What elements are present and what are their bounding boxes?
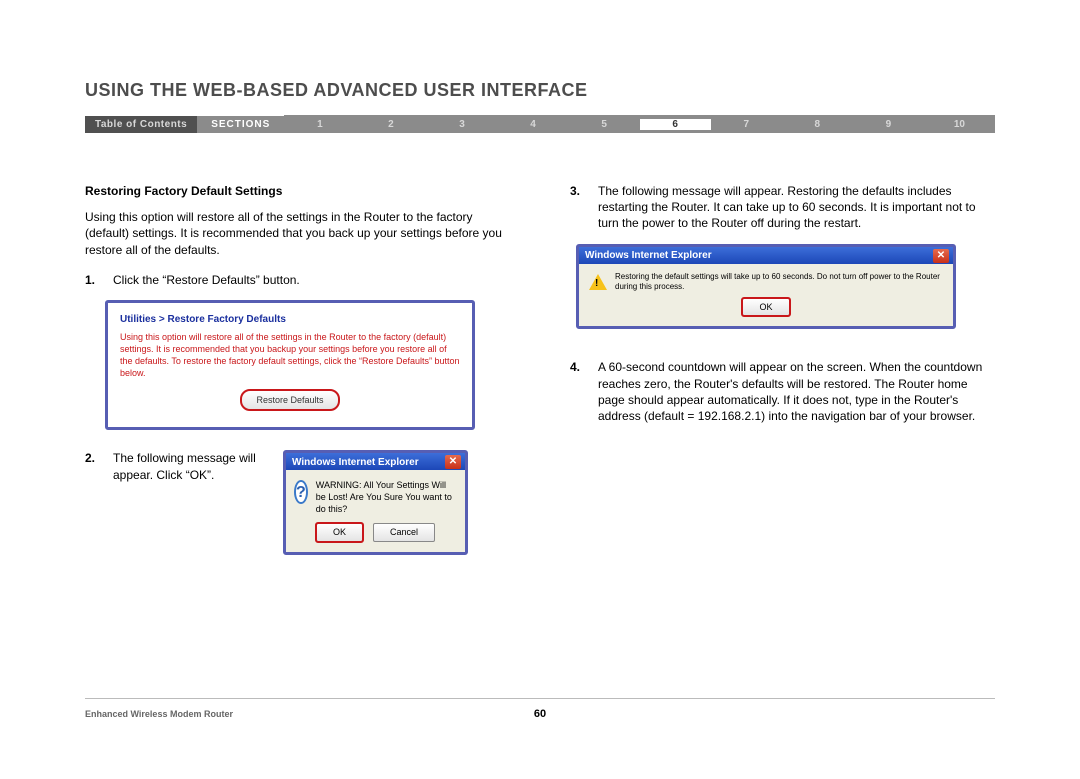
restore-defaults-panel: Utilities > Restore Factory Defaults Usi… (105, 300, 475, 430)
panel-description: Using this option will restore all of th… (120, 332, 460, 379)
step-2-text: The following message will appear. Click… (113, 450, 273, 482)
question-icon: ? (294, 480, 308, 504)
page-title: USING THE WEB-BASED ADVANCED USER INTERF… (85, 80, 995, 101)
step-1-text: Click the “Restore Defaults” button. (113, 272, 510, 288)
table-of-contents-link[interactable]: Table of Contents (85, 116, 197, 133)
step-number-3: 3. (570, 183, 588, 232)
section-heading: Restoring Factory Default Settings (85, 183, 510, 199)
footer-divider (85, 698, 995, 699)
section-1[interactable]: 1 (284, 119, 355, 130)
right-column: 3. The following message will appear. Re… (570, 183, 995, 567)
product-name: Enhanced Wireless Modem Router (85, 709, 233, 719)
step-number-2: 2. (85, 450, 103, 466)
section-8[interactable]: 8 (782, 119, 853, 130)
intro-paragraph: Using this option will restore all of th… (85, 209, 510, 258)
section-6[interactable]: 6 (640, 119, 711, 130)
dialog2-title: Windows Internet Explorer (585, 249, 712, 263)
section-5[interactable]: 5 (569, 119, 640, 130)
warning-icon (589, 274, 607, 290)
section-7[interactable]: 7 (711, 119, 782, 130)
section-2[interactable]: 2 (355, 119, 426, 130)
cancel-button[interactable]: Cancel (373, 523, 435, 541)
page-number: 60 (534, 708, 546, 720)
dialog2-message: Restoring the default settings will take… (615, 272, 943, 293)
dialog-title: Windows Internet Explorer (292, 456, 419, 470)
section-9[interactable]: 9 (853, 119, 924, 130)
close-icon[interactable]: ✕ (445, 455, 461, 469)
section-10[interactable]: 10 (924, 119, 995, 130)
step-3-text: The following message will appear. Resto… (598, 183, 995, 232)
restart-dialog: Windows Internet Explorer ✕ Restoring th… (576, 244, 956, 330)
step-4-text: A 60-second countdown will appear on the… (598, 359, 995, 424)
sections-label: SECTIONS (197, 116, 284, 133)
ok-button[interactable]: OK (316, 523, 363, 541)
section-3[interactable]: 3 (426, 119, 497, 130)
step-number-1: 1. (85, 272, 103, 288)
confirm-dialog: Windows Internet Explorer ✕ ? WARNING: A… (283, 450, 468, 554)
dialog-message: WARNING: All Your Settings Will be Lost!… (316, 480, 457, 515)
step-number-4: 4. (570, 359, 588, 424)
ok-button-2[interactable]: OK (742, 298, 789, 316)
sections-nav: Table of Contents SECTIONS 12345678910 (85, 115, 995, 133)
section-4[interactable]: 4 (498, 119, 569, 130)
close-icon[interactable]: ✕ (933, 249, 949, 263)
left-column: Restoring Factory Default Settings Using… (85, 183, 510, 567)
restore-defaults-button[interactable]: Restore Defaults (240, 389, 339, 411)
panel-breadcrumb: Utilities > Restore Factory Defaults (120, 313, 460, 327)
